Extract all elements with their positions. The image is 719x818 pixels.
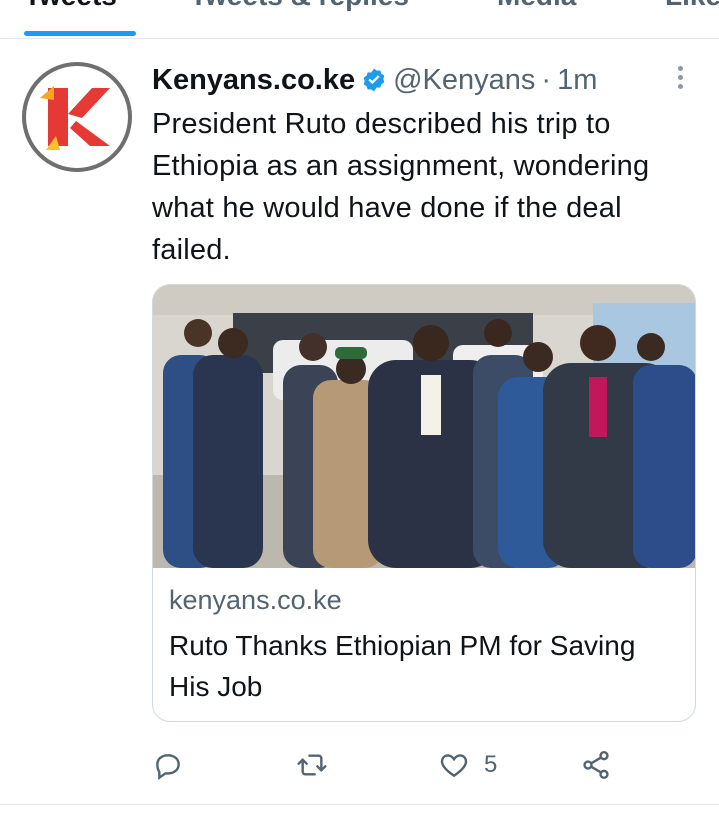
tab-tweets-replies[interactable]: Tweets & replies xyxy=(190,0,409,12)
news-photo xyxy=(153,285,695,568)
author-handle[interactable]: @Kenyans xyxy=(393,64,535,97)
tab-media[interactable]: Media xyxy=(497,0,576,12)
link-card[interactable]: kenyans.co.ke Ruto Thanks Ethiopian PM f… xyxy=(152,284,696,722)
divider xyxy=(0,38,719,39)
card-domain: kenyans.co.ke xyxy=(169,585,342,615)
card-title: Ruto Thanks Ethiopian PM for Saving His … xyxy=(169,630,636,702)
tweet-actions: 5 xyxy=(152,745,672,785)
verified-badge-icon xyxy=(363,68,385,92)
retweet-icon xyxy=(297,754,327,776)
reply-icon xyxy=(156,754,180,780)
tab-tweets[interactable]: Tweets xyxy=(24,0,117,12)
active-tab-indicator xyxy=(24,31,136,36)
kenyans-logo-icon xyxy=(40,86,110,150)
reply-button[interactable] xyxy=(152,745,184,785)
timestamp[interactable]: 1m xyxy=(557,64,597,97)
more-options-icon[interactable] xyxy=(672,62,688,92)
like-count: 5 xyxy=(484,751,498,778)
tweet-text: President Ruto described his trip to Eth… xyxy=(152,108,650,266)
avatar[interactable] xyxy=(22,62,132,172)
share-button[interactable] xyxy=(580,745,612,785)
like-button[interactable]: 5 xyxy=(438,745,497,785)
retweet-button[interactable] xyxy=(296,745,328,785)
heart-icon xyxy=(440,754,468,778)
share-icon xyxy=(583,751,609,779)
divider xyxy=(0,804,719,805)
profile-tabs: Tweets Tweets & replies Media Likes xyxy=(0,0,719,40)
tab-likes[interactable]: Likes xyxy=(665,0,719,12)
separator: · xyxy=(541,63,552,96)
tweet-header: Kenyans.co.ke @Kenyans · 1m xyxy=(152,58,597,102)
author-name[interactable]: Kenyans.co.ke xyxy=(152,64,355,97)
